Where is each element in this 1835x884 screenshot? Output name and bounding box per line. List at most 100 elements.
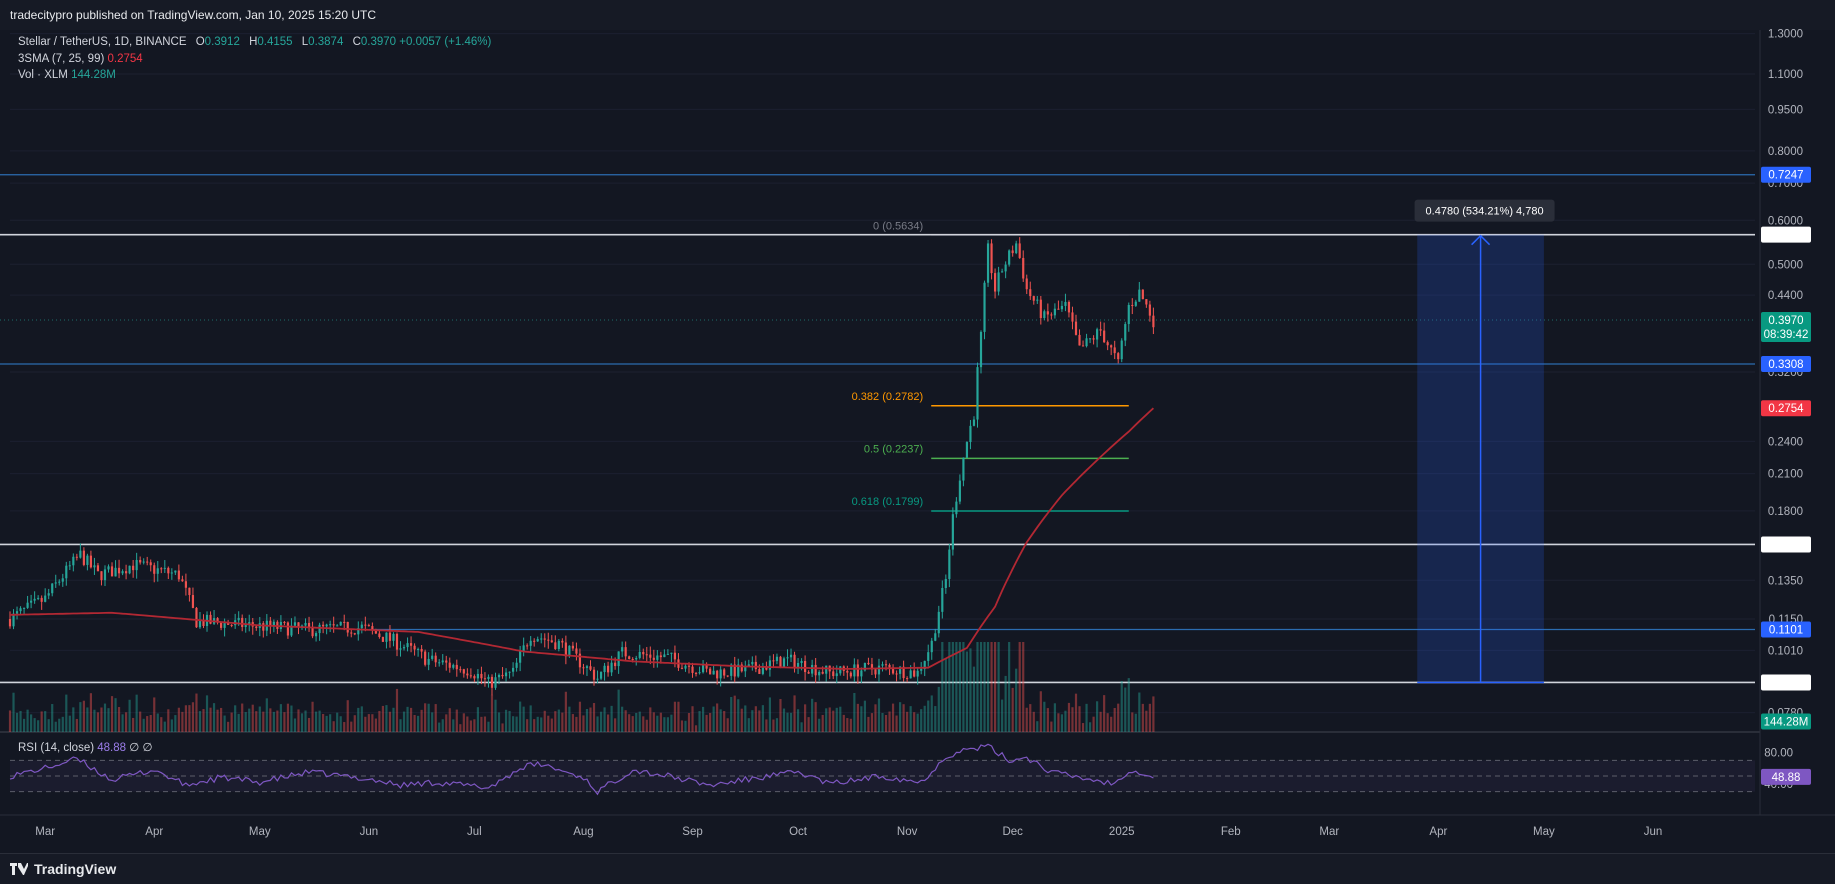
price-range-measure[interactable]: 0.4780 (534.21%) 4,780: [1414, 199, 1555, 684]
tradingview-logo[interactable]: TradingView: [10, 861, 116, 877]
candle-2024-07-05: [487, 676, 490, 680]
volume-bar-2024-02-27: [33, 718, 36, 732]
candle-2024-08-25: [666, 653, 669, 655]
volume-bar-2024-12-05: [1025, 707, 1028, 732]
volume-bar-2024-10-05: [811, 698, 814, 732]
candle-2024-03-29: [142, 561, 145, 563]
candle-2024-04-10: [184, 581, 187, 588]
rsi-legend[interactable]: RSI (14, close) 48.88 ∅ ∅: [18, 740, 152, 754]
candle-2024-03-07: [65, 565, 68, 579]
candle-2024-05-24: [339, 621, 342, 626]
volume-bar-2024-07-11: [508, 710, 511, 732]
volume-bar-2024-10-31: [902, 704, 905, 732]
candle-2024-10-24: [877, 665, 881, 675]
volume-bar-2024-08-06: [599, 711, 603, 732]
time-tick: Dec: [1002, 826, 1023, 838]
volume-bar-2024-03-16: [96, 712, 100, 732]
volume-bar-2024-08-26: [670, 714, 673, 732]
volume-bar-2024-08-19: [645, 719, 648, 732]
candle-2024-11-16: [958, 480, 961, 502]
price-tick: 0.4400: [1768, 290, 1803, 302]
volume-bar-2024-07-22: [547, 715, 550, 732]
candle-2024-12-06: [1029, 289, 1032, 297]
candle-2024-09-18: [751, 661, 754, 665]
volume-bar-2024-10-24: [877, 698, 881, 732]
symbol-label[interactable]: Stellar / TetherUS, 1D, BINANCE: [18, 36, 187, 48]
fib-label-0.618: 0.618 (0.1799): [852, 496, 924, 508]
volume-bar-2024-10-02: [800, 722, 803, 732]
candle-2024-03-09: [72, 556, 75, 566]
candle-2025-01-04: [1131, 305, 1134, 307]
volume-bar-2024-08-29: [680, 720, 684, 732]
candle-2024-06-25: [452, 664, 455, 668]
time-tick: Oct: [789, 826, 808, 838]
volume-row[interactable]: Vol · XLM 144.28M: [18, 67, 491, 84]
volume-bar-2024-12-12: [1050, 721, 1053, 732]
volume-bar-2024-09-14: [737, 699, 740, 732]
candle-2025-01-09: [1148, 304, 1151, 316]
candle-2024-09-03: [698, 672, 701, 674]
candle-2024-11-07: [927, 652, 930, 661]
chart-canvas[interactable]: 0 (0.5634) 0.382 (0.2782) 0.5 (0.2237) 0.61…: [0, 0, 1835, 883]
price-tick: 0.6000: [1768, 215, 1803, 227]
measure-label: 0.4780 (534.21%) 4,780: [1426, 206, 1544, 218]
candle-2024-06-15: [417, 648, 420, 650]
volume-bar-2024-05-23: [336, 712, 339, 732]
volume-bar-2025-01-05: [1134, 713, 1137, 732]
candle-2024-06-20: [434, 655, 437, 663]
candle-2024-04-01: [153, 565, 156, 574]
candle-2024-11-03: [913, 670, 916, 677]
volume-bar-2024-12-10: [1043, 701, 1046, 732]
candle-2024-02-28: [37, 597, 40, 599]
candle-2024-04-07: [174, 570, 177, 573]
volume-bar-2024-08-04: [592, 703, 596, 732]
volume-bar-2024-08-17: [638, 711, 641, 732]
candle-2024-12-13: [1053, 308, 1056, 316]
time-tick: Feb: [1221, 826, 1241, 838]
volume-bar-2024-07-25: [557, 709, 560, 732]
candle-2024-04-13: [195, 607, 198, 628]
candle-2024-05-18: [318, 624, 321, 634]
volume-bar-2024-09-24: [772, 719, 775, 732]
candle-2024-07-27: [564, 642, 567, 657]
volume-bar-2024-11-08: [930, 695, 933, 732]
candle-2024-06-10: [399, 648, 402, 650]
candle-2024-11-28: [1001, 271, 1004, 273]
volume-bar-2024-10-23: [874, 704, 877, 732]
candle-2024-11-30: [1008, 250, 1011, 265]
sma-row[interactable]: 3SMA (7, 25, 99) 0.2754: [18, 51, 491, 68]
volume-bar-2024-05-25: [343, 722, 346, 732]
candle-2024-11-18: [965, 442, 969, 458]
volume-bar-2024-09-01: [691, 706, 694, 732]
candle-2024-12-20: [1078, 334, 1081, 346]
volume-bar-2024-12-29: [1110, 716, 1113, 732]
candle-2024-08-01: [582, 667, 585, 669]
candle-2024-02-26: [30, 600, 33, 603]
candle-2024-06-19: [431, 655, 434, 659]
volume-bar-2024-03-20: [110, 696, 114, 732]
volume-bar-2024-04-28: [248, 708, 251, 732]
volume-bar-2024-07-19: [536, 716, 539, 732]
volume-bar-2024-06-11: [402, 711, 406, 732]
time-tick: Apr: [145, 826, 163, 838]
candle-2024-09-26: [779, 656, 782, 668]
volume-bar-2024-05-09: [286, 703, 290, 732]
fib-label-0: 0 (0.5634): [873, 220, 923, 232]
volume-bar-2024-08-09: [610, 705, 613, 732]
volume-bar-2024-12-28: [1106, 713, 1109, 732]
volume-bar-2024-06-26: [455, 709, 458, 732]
candle-2024-10-06: [814, 664, 817, 676]
volume-bar-2024-12-17: [1067, 702, 1071, 732]
candle-2024-08-02: [585, 666, 589, 668]
volume-bar-2024-11-30: [1008, 642, 1011, 732]
candle-2024-10-09: [825, 665, 828, 674]
volume-bar-2024-02-24: [22, 718, 26, 732]
volume-bar-2024-12-27: [1103, 695, 1106, 732]
candle-2024-03-30: [146, 561, 149, 563]
candle-2024-12-29: [1110, 345, 1113, 348]
candle-2024-09-10: [723, 669, 726, 676]
volume-bar-2024-12-09: [1039, 691, 1042, 732]
rsi-label: RSI (14, close): [18, 742, 95, 754]
volume-bar-2024-10-27: [888, 711, 891, 732]
volume-bar-2024-04-26: [241, 703, 244, 732]
